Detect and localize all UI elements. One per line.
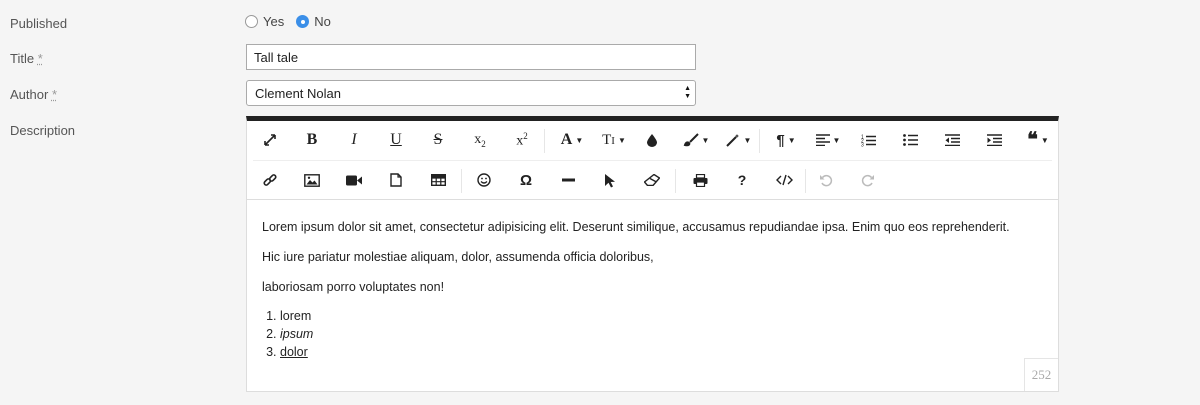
author-select-value: Clement Nolan (255, 85, 341, 101)
subscript-icon[interactable]: x2 (465, 128, 495, 152)
clear-format-icon[interactable] (637, 168, 667, 192)
title-label: Title * (10, 51, 43, 66)
paint-brush-icon[interactable]: ▼ (677, 128, 715, 152)
file-icon[interactable] (381, 168, 411, 192)
editor-toolbar: B I U S x2 x2 A ▼ TI ▼ ▼ ▼ ¶ ▼ ▼ 123 ❝ ▼… (247, 121, 1058, 200)
font-family-icon[interactable]: A ▼ (553, 128, 591, 152)
outdent-icon[interactable] (937, 128, 967, 152)
author-select[interactable]: Clement Nolan ▲ ▼ (246, 80, 696, 106)
color-icon[interactable] (637, 128, 667, 152)
toolbar-separator (675, 169, 676, 193)
toolbar-separator (544, 129, 545, 153)
link-icon[interactable] (255, 168, 285, 192)
toolbar-row-1: B I U S x2 x2 A ▼ TI ▼ ▼ ▼ ¶ ▼ ▼ 123 ❝ ▼ (247, 121, 1058, 159)
fullscreen-icon[interactable] (255, 128, 285, 152)
print-icon[interactable] (685, 168, 715, 192)
paragraph: laboriosam porro voluptates non! (262, 280, 445, 294)
unordered-list-icon[interactable] (895, 128, 925, 152)
radio-circle[interactable] (245, 15, 258, 28)
description-editor: B I U S x2 x2 A ▼ TI ▼ ▼ ▼ ¶ ▼ ▼ 123 ❝ ▼… (246, 116, 1059, 392)
list-item: lorem (280, 307, 1043, 325)
svg-text:3: 3 (861, 142, 864, 147)
font-size-icon[interactable]: TI ▼ (595, 128, 633, 152)
underline-icon[interactable]: U (381, 128, 411, 152)
radio-label-no: No (314, 14, 331, 29)
image-icon[interactable] (297, 168, 327, 192)
title-input[interactable] (246, 44, 696, 70)
italic-text: ipsum (280, 327, 314, 341)
ordered-list-icon[interactable]: 123 (853, 128, 883, 152)
published-no-radio[interactable]: No (296, 14, 331, 29)
published-label: Published (10, 16, 68, 31)
bold-icon[interactable]: B (297, 128, 327, 152)
list-item: dolor (280, 343, 1043, 361)
special-char-icon[interactable]: Ω (511, 168, 541, 192)
select-all-icon[interactable] (595, 168, 625, 192)
editor-content[interactable]: Lorem ipsum dolor sit amet, consectetur … (262, 217, 1043, 361)
select-arrows-icon: ▲ ▼ (684, 85, 691, 100)
radio-label-yes: Yes (263, 14, 285, 29)
undo-icon[interactable] (811, 168, 841, 192)
title-label-text: Title (10, 51, 35, 66)
toolbar-row-2: Ω ? (253, 160, 1052, 199)
published-yes-radio[interactable]: Yes (245, 14, 284, 29)
list-item: ipsum (280, 325, 1043, 343)
strikethrough-icon[interactable]: S (423, 128, 453, 152)
required-mark: * (37, 51, 43, 66)
underlined-text: dolor (280, 345, 308, 359)
emoticon-icon[interactable] (469, 168, 499, 192)
radio-circle[interactable] (296, 15, 310, 28)
character-counter: 252 (1024, 358, 1058, 391)
paragraph-icon[interactable]: ¶ ▼ (767, 128, 805, 152)
published-radio-group: Yes No (245, 14, 343, 29)
video-icon[interactable] (339, 168, 369, 192)
author-label: Author * (10, 87, 57, 102)
superscript-icon[interactable]: x2 (507, 128, 537, 152)
toolbar-separator (461, 169, 462, 193)
author-label-text: Author (10, 87, 49, 102)
ordered-list: lorem ipsum dolor (262, 307, 1043, 361)
toolbar-separator (805, 169, 806, 193)
table-icon[interactable] (423, 168, 453, 192)
quote-icon[interactable]: ❝ ▼ (1019, 128, 1057, 152)
align-icon[interactable]: ▼ (809, 128, 847, 152)
magic-wand-icon[interactable]: ▼ (719, 128, 757, 152)
code-view-icon[interactable] (769, 168, 799, 192)
required-mark: * (51, 87, 57, 102)
toolbar-separator (759, 129, 760, 153)
paragraph: Hic iure pariatur molestiae aliquam, dol… (262, 250, 654, 264)
italic-icon[interactable]: I (339, 128, 369, 152)
paragraph: Lorem ipsum dolor sit amet, consectetur … (262, 220, 1010, 234)
redo-icon[interactable] (853, 168, 883, 192)
description-label: Description (10, 123, 76, 138)
help-icon[interactable]: ? (727, 168, 757, 192)
indent-icon[interactable] (979, 128, 1009, 152)
horizontal-line-icon[interactable] (553, 168, 583, 192)
